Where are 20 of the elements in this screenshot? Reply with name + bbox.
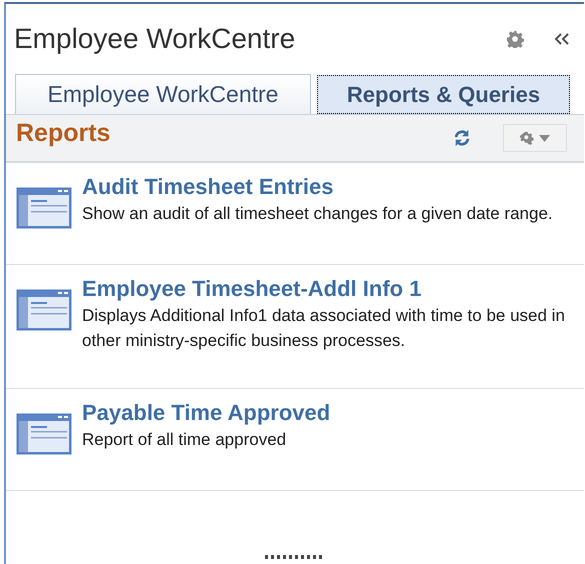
report-icon bbox=[16, 289, 72, 331]
report-icon bbox=[16, 413, 72, 455]
section-title: Reports bbox=[16, 118, 112, 148]
collapse-icon[interactable] bbox=[554, 32, 570, 46]
report-link[interactable]: Payable Time Approved bbox=[82, 399, 567, 427]
gear-icon bbox=[520, 131, 534, 145]
report-link[interactable]: Employee Timesheet-Addl Info 1 bbox=[82, 275, 567, 303]
tab[interactable]: Reports & Queries bbox=[317, 75, 570, 114]
options-menu-button[interactable] bbox=[503, 124, 567, 152]
caret-icon bbox=[539, 134, 550, 142]
refresh-icon[interactable] bbox=[453, 129, 471, 147]
settings-icon[interactable] bbox=[506, 30, 524, 48]
report-description: Show an audit of all timesheet changes for a given date range. bbox=[82, 203, 554, 225]
tab[interactable]: Employee WorkCentre bbox=[15, 74, 311, 114]
report-link[interactable]: Audit Timesheet Entries bbox=[82, 173, 567, 201]
report-icon bbox=[16, 187, 72, 229]
panel-title: Employee WorkCentre bbox=[14, 23, 296, 55]
resize-handle-icon[interactable] bbox=[265, 555, 325, 560]
report-description: Report of all time approved bbox=[82, 429, 288, 451]
report-description: Displays Additional Info1 data associated with time to be used in other ministry-specific business processes. bbox=[82, 305, 566, 352]
